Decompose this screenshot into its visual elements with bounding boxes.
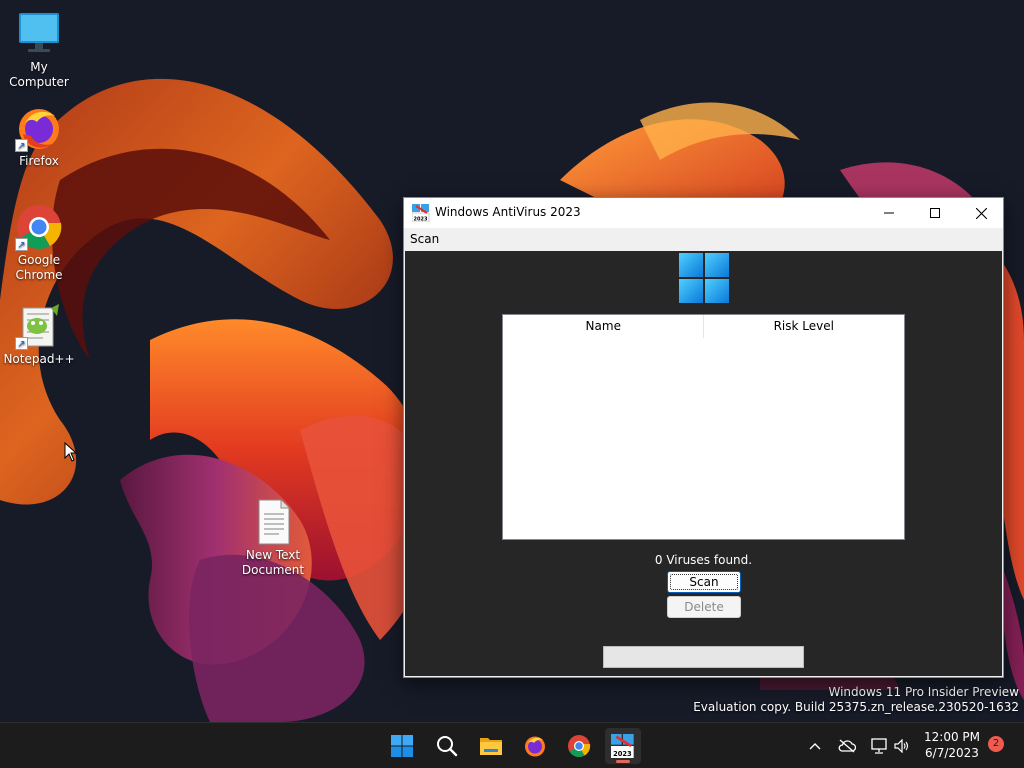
file-explorer-icon [480,738,502,755]
minimize-button[interactable] [866,198,912,228]
desktop-icon-label: My Computer [9,60,69,89]
taskbar-file-explorer-button[interactable] [473,728,509,764]
windows-evaluation-watermark: Windows 11 Pro Insider Preview Evaluatio… [693,685,1019,715]
monitor-icon [15,10,63,58]
delete-button[interactable]: Delete [667,596,741,618]
column-header-risk-level[interactable]: Risk Level [704,315,905,337]
start-icon [391,735,413,757]
maximize-icon [930,208,940,218]
chrome-icon: ↗ [15,203,63,251]
taskbar-firefox-button[interactable] [517,728,553,764]
desktop-icon-label: Google Chrome [15,253,63,282]
svg-text:2023: 2023 [414,217,428,223]
antivirus-window: 2023 Windows AntiVirus 2023 Scan Name Ri… [403,197,1004,678]
menu-bar: Scan [404,228,1003,250]
tray-overflow-button[interactable] [804,723,826,768]
minimize-icon [884,212,894,214]
taskbar-chrome-button[interactable] [561,728,597,764]
table-header: Name Risk Level [503,315,904,338]
window-title: Windows AntiVirus 2023 [435,205,581,219]
svg-text:2023: 2023 [613,750,632,758]
desktop-icon-label: Notepad++ [3,352,75,366]
text-document-icon [249,498,297,546]
shortcut-arrow-icon: ↗ [15,139,28,152]
desktop-icon-firefox[interactable]: ↗ Firefox [0,104,78,169]
title-bar[interactable]: 2023 Windows AntiVirus 2023 [404,198,1003,228]
chrome-icon [568,735,591,757]
antivirus-app-icon: 2023 [412,204,430,222]
virus-list-table[interactable]: Name Risk Level [502,314,905,540]
taskbar-start-button[interactable] [384,728,420,764]
window-client-area: Name Risk Level 0 Viruses found. Scan De… [405,251,1002,676]
tray-onedrive-button[interactable] [834,723,860,768]
shortcut-arrow-icon: ↗ [15,337,28,350]
antivirus-app-icon: 2023 [611,734,634,758]
clock-date: 6/7/2023 [925,746,979,760]
focus-rectangle [670,574,738,590]
search-icon [437,736,458,757]
taskbar-search-button[interactable] [429,728,465,764]
maximize-button[interactable] [912,198,958,228]
taskbar-clock[interactable]: 12:00 PM 6/7/2023 [916,729,988,761]
speaker-icon [894,739,909,753]
virus-count-status: 0 Viruses found. [654,553,753,567]
desktop-icon-my-computer[interactable]: My Computer [0,10,78,90]
scan-progress-bar [603,646,804,668]
taskbar: 2023 12:00 PM 6/7/2023 [0,722,1024,768]
column-header-name[interactable]: Name [503,315,704,338]
shortcut-arrow-icon: ↗ [15,238,28,251]
notification-badge[interactable]: 2 [988,736,1004,752]
watermark-line-1: Windows 11 Pro Insider Preview [828,685,1019,699]
firefox-icon: ↗ [15,104,63,152]
desktop-icon-notepad-plus-plus[interactable]: ↗ Notepad++ [0,302,78,367]
desktop-icon-new-text-document[interactable]: New Text Document [234,498,312,578]
windows-logo-icon [679,253,729,303]
cloud-offline-icon [838,739,856,753]
close-icon [975,207,987,219]
scan-button[interactable]: Scan [667,571,741,593]
watermark-line-2: Evaluation copy. Build 25375.zn_release.… [693,700,1019,714]
clock-time: 12:00 PM [924,730,980,744]
running-app-indicator [616,760,630,763]
firefox-icon [525,736,545,757]
desktop-icon-label: New Text Document [241,548,305,577]
tray-network-button[interactable] [866,723,892,768]
mouse-cursor-icon [64,442,78,462]
desktop-icon-label: Firefox [19,154,59,168]
desktop-icon-google-chrome[interactable]: ↗ Google Chrome [0,203,78,283]
network-icon [871,738,887,754]
tray-volume-button[interactable] [891,723,913,768]
menu-scan[interactable]: Scan [410,232,439,246]
chevron-up-icon [809,743,821,750]
notepad-plus-plus-icon: ↗ [15,302,63,350]
close-button[interactable] [958,198,1004,228]
taskbar-antivirus-button[interactable]: 2023 [605,728,641,764]
